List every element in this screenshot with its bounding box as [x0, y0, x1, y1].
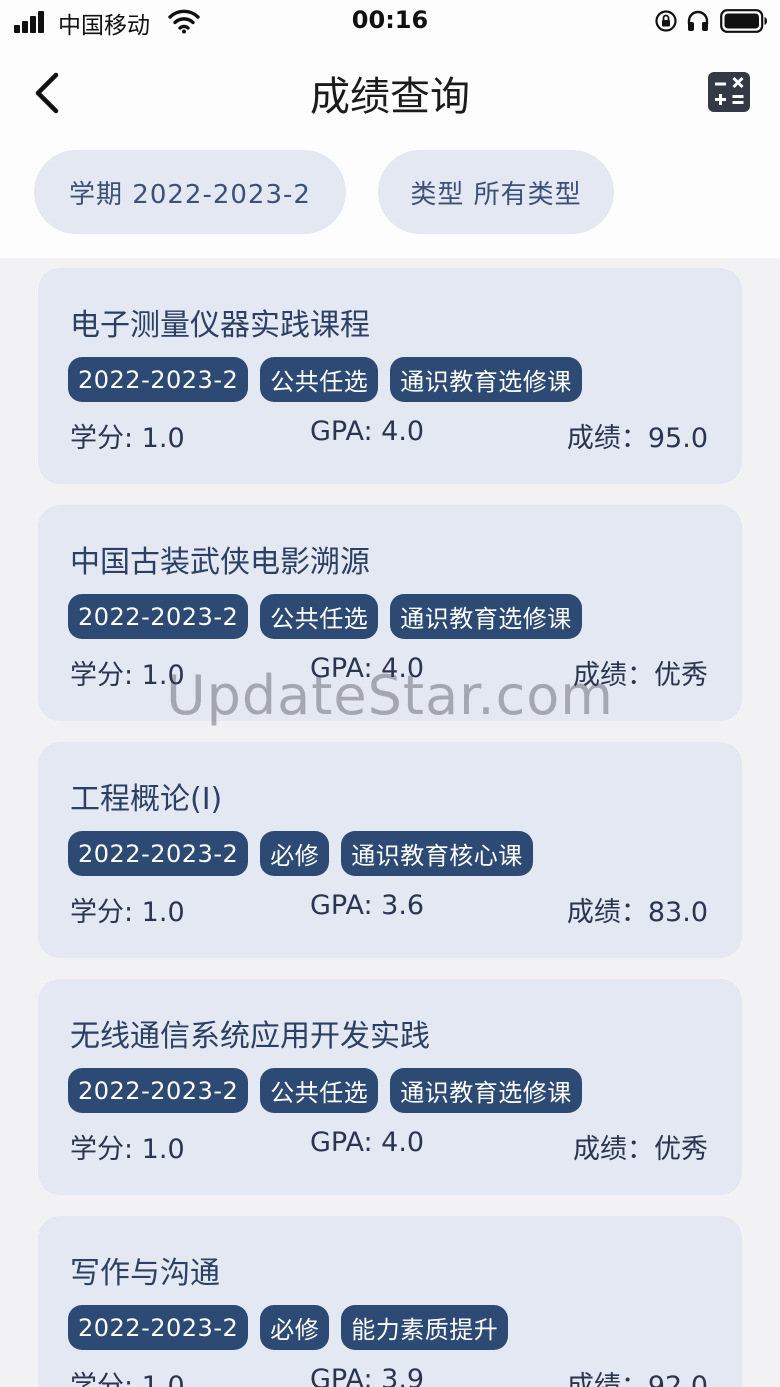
page-title: 成绩查询: [310, 74, 470, 120]
category-tag: 必修: [260, 831, 330, 876]
course-name: 中国古装武侠电影溯源: [70, 545, 370, 580]
gpa-value: GPA: 3.9: [310, 1364, 425, 1387]
course-card[interactable]: 无线通信系统应用开发实践 2022-2023-2 公共任选 通识教育选修课 学分…: [38, 979, 742, 1195]
gpa-value: GPA: 4.0: [310, 416, 425, 447]
term-tag: 2022-2023-2: [68, 357, 249, 402]
rotation-lock-icon: [655, 10, 677, 32]
course-type-tag: 通识教育选修课: [390, 594, 582, 639]
course-tags: 2022-2023-2 公共任选 通识教育选修课: [68, 357, 582, 402]
calculator-icon[interactable]: [708, 72, 750, 112]
course-card[interactable]: 电子测量仪器实践课程 2022-2023-2 公共任选 通识教育选修课 学分: …: [38, 268, 742, 484]
top-bar: 中国移动 00:16 成绩查询 学期 2022-2023-2 类型 所有类型: [0, 0, 780, 258]
headphone-icon: [687, 10, 709, 31]
gpa-value: GPA: 4.0: [310, 653, 425, 684]
gpa-value: GPA: 4.0: [310, 1127, 425, 1158]
term-tag: 2022-2023-2: [68, 831, 249, 876]
course-type-tag: 能力素质提升: [341, 1305, 509, 1350]
term-tag: 2022-2023-2: [68, 1068, 249, 1113]
course-name: 写作与沟通: [70, 1256, 220, 1291]
course-card[interactable]: 工程概论(I) 2022-2023-2 必修 通识教育核心课 学分: 1.0 G…: [38, 742, 742, 958]
status-bar: 中国移动 00:16: [0, 0, 780, 44]
credit-value: 学分: 1.0: [70, 423, 185, 454]
course-name: 电子测量仪器实践课程: [70, 308, 370, 343]
type-filter-button[interactable]: 类型 所有类型: [378, 150, 614, 234]
score-value: 成绩：83.0: [566, 897, 708, 928]
battery-icon: [720, 9, 767, 33]
category-tag: 必修: [260, 1305, 330, 1350]
category-tag: 公共任选: [260, 1068, 379, 1113]
course-type-tag: 通识教育选修课: [390, 1068, 582, 1113]
credit-value: 学分: 1.0: [70, 897, 185, 928]
course-card[interactable]: 写作与沟通 2022-2023-2 必修 能力素质提升 学分: 1.0 GPA:…: [38, 1216, 742, 1387]
category-tag: 公共任选: [260, 594, 379, 639]
course-tags: 2022-2023-2 必修 能力素质提升: [68, 1305, 509, 1350]
course-name: 工程概论(I): [70, 782, 223, 817]
term-tag: 2022-2023-2: [68, 1305, 249, 1350]
credit-value: 学分: 1.0: [70, 1134, 185, 1165]
course-list: 电子测量仪器实践课程 2022-2023-2 公共任选 通识教育选修课 学分: …: [0, 258, 780, 1387]
score-value: 成绩：95.0: [566, 423, 708, 454]
course-type-tag: 通识教育选修课: [390, 357, 582, 402]
score-value: 成绩：92.0: [566, 1371, 708, 1387]
course-tags: 2022-2023-2 公共任选 通识教育选修课: [68, 594, 582, 639]
score-value: 成绩：优秀: [573, 1134, 708, 1165]
course-type-tag: 通识教育核心课: [341, 831, 533, 876]
course-card[interactable]: 中国古装武侠电影溯源 2022-2023-2 公共任选 通识教育选修课 学分: …: [38, 505, 742, 721]
credit-value: 学分: 1.0: [70, 1371, 185, 1387]
gpa-value: GPA: 3.6: [310, 890, 425, 921]
term-filter-button[interactable]: 学期 2022-2023-2: [34, 150, 346, 234]
course-name: 无线通信系统应用开发实践: [70, 1019, 430, 1054]
course-tags: 2022-2023-2 必修 通识教育核心课: [68, 831, 533, 876]
term-tag: 2022-2023-2: [68, 594, 249, 639]
course-tags: 2022-2023-2 公共任选 通识教育选修课: [68, 1068, 582, 1113]
credit-value: 学分: 1.0: [70, 660, 185, 691]
category-tag: 公共任选: [260, 357, 379, 402]
score-value: 成绩：优秀: [573, 660, 708, 691]
